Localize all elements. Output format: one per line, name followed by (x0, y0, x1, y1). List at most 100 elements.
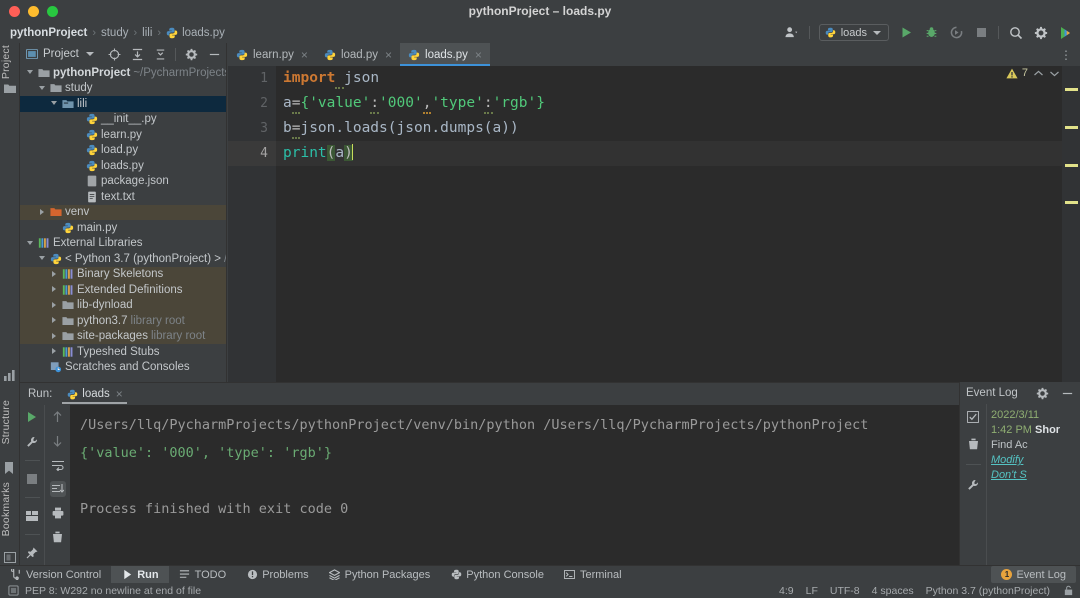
expand-all-icon[interactable] (152, 46, 168, 62)
tree-node[interactable]: pythonProject ~/PycharmProjects/p (20, 65, 226, 81)
event-log-entry[interactable]: 1:42 PM Shor (991, 423, 1080, 438)
code-line[interactable]: import json (276, 66, 1062, 91)
error-stripe-scrollbar[interactable] (1062, 66, 1080, 382)
settings-icon[interactable] (1034, 385, 1050, 401)
chevron-down-icon[interactable] (26, 239, 35, 248)
code-line[interactable]: print(a) (276, 141, 1062, 166)
console-output[interactable]: /Users/llq/PycharmProjects/pythonProject… (70, 405, 1080, 574)
warning-marker[interactable] (1065, 201, 1078, 204)
hide-panel-icon[interactable] (1059, 385, 1075, 401)
tool-window-button[interactable]: Terminal (554, 566, 632, 583)
warning-marker[interactable] (1065, 126, 1078, 129)
code-line[interactable]: b=json.loads(json.dumps(a)) (276, 116, 1062, 141)
settings-icon[interactable] (1033, 25, 1049, 41)
chevron-down-icon[interactable] (38, 254, 47, 263)
terminal-panel-icon[interactable] (4, 552, 16, 564)
chevron-right-icon[interactable] (50, 301, 59, 310)
tree-node[interactable]: External Libraries (20, 236, 226, 252)
file-encoding[interactable]: UTF-8 (830, 585, 860, 597)
tree-node[interactable]: site-packages library root (20, 329, 226, 345)
tree-node[interactable]: Scratches and Consoles (20, 360, 226, 376)
close-icon[interactable]: × (385, 48, 392, 62)
search-icon[interactable] (1008, 25, 1024, 41)
editor-tab-bar[interactable]: learn.py×load.py×loads.py× ⋮ (228, 43, 1080, 66)
print-icon[interactable] (50, 505, 66, 521)
run-button[interactable] (898, 25, 914, 41)
tree-node[interactable]: loads.py (20, 158, 226, 174)
tree-node[interactable]: < Python 3.7 (pythonProject) > /U (20, 251, 226, 267)
tool-window-button[interactable]: Version Control (0, 566, 111, 583)
delete-icon[interactable] (965, 436, 981, 452)
settings-wrench-icon[interactable] (965, 477, 981, 493)
settings-icon[interactable] (183, 46, 199, 62)
tree-node[interactable]: Binary Skeletons (20, 267, 226, 283)
tree-node[interactable]: lili (20, 96, 226, 112)
warning-marker[interactable] (1065, 88, 1078, 91)
tool-window-button[interactable]: TODO (169, 566, 237, 583)
run-tab-loads[interactable]: loads × (60, 384, 129, 404)
chevron-down-icon[interactable] (1048, 67, 1060, 79)
editor-tab[interactable]: load.py× (316, 43, 400, 66)
chevron-up-icon[interactable] (1032, 67, 1044, 79)
chevron-right-icon[interactable] (38, 208, 47, 217)
editor-tabs-more-button[interactable]: ⋮ (1060, 43, 1080, 66)
chevron-right-icon[interactable] (50, 285, 59, 294)
tree-node[interactable]: python3.7 library root (20, 313, 226, 329)
tool-window-button[interactable]: Problems (236, 566, 318, 583)
chevron-down-icon[interactable] (26, 68, 35, 77)
tree-node[interactable]: learn.py (20, 127, 226, 143)
chevron-down-icon[interactable] (38, 84, 47, 93)
tree-node[interactable]: lib-dynload (20, 298, 226, 314)
clear-all-icon[interactable] (50, 529, 66, 545)
locate-icon[interactable] (106, 46, 122, 62)
tree-node[interactable]: main.py (20, 220, 226, 236)
event-log-link-modify[interactable]: Modify (991, 453, 1080, 468)
inspection-icon[interactable] (7, 585, 19, 597)
breadcrumb-item-project[interactable]: pythonProject (10, 27, 87, 39)
scroll-down-icon[interactable] (50, 433, 66, 449)
lock-icon[interactable] (1062, 585, 1074, 597)
tree-node[interactable]: load.py (20, 143, 226, 159)
run-configuration-selector[interactable]: loads (819, 24, 889, 41)
updates-icon[interactable] (1058, 25, 1074, 41)
user-avatar-icon[interactable] (784, 25, 800, 41)
event-log-status-button[interactable]: 1 Event Log (991, 566, 1076, 583)
chevron-down-icon[interactable] (50, 99, 59, 108)
structure-icon[interactable] (4, 370, 16, 382)
rail-item-bookmarks[interactable]: Bookmarks (0, 482, 12, 536)
chevron-down-icon[interactable] (84, 48, 96, 60)
tool-window-button[interactable]: Run (111, 566, 168, 583)
soft-wrap-icon[interactable] (50, 457, 66, 473)
editor-tab[interactable]: loads.py× (400, 43, 490, 66)
close-icon[interactable]: × (301, 48, 308, 62)
line-separator[interactable]: LF (806, 585, 818, 597)
inspection-summary[interactable]: 7 (1006, 67, 1060, 79)
breadcrumb-item-study[interactable]: study (101, 27, 129, 39)
tree-node[interactable]: study (20, 81, 226, 97)
breadcrumb-item-lili[interactable]: lili (142, 27, 152, 39)
scroll-to-end-icon[interactable] (50, 481, 66, 497)
folder-icon[interactable] (4, 83, 16, 95)
collapse-all-icon[interactable] (129, 46, 145, 62)
tree-node[interactable]: Extended Definitions (20, 282, 226, 298)
code-line[interactable]: a={'value':'000','type':'rgb'} (276, 91, 1062, 116)
chevron-right-icon[interactable] (50, 316, 59, 325)
chevron-right-icon[interactable] (50, 332, 59, 341)
mark-read-icon[interactable] (965, 409, 981, 425)
run-with-coverage-button[interactable] (948, 25, 964, 41)
pin-icon[interactable] (24, 545, 40, 561)
chevron-right-icon[interactable] (50, 347, 59, 356)
tree-node[interactable]: Typeshed Stubs (20, 344, 226, 360)
bookmark-icon[interactable] (4, 462, 16, 474)
tool-window-button[interactable]: Python Console (440, 566, 554, 583)
layout-icon[interactable] (24, 508, 40, 524)
warning-marker[interactable] (1065, 164, 1078, 167)
rail-item-project[interactable]: Project (0, 45, 12, 79)
rerun-icon[interactable] (24, 409, 40, 425)
debug-button[interactable] (923, 25, 939, 41)
settings-wrench-icon[interactable] (24, 434, 40, 450)
event-log-button[interactable]: 1 Event Log (991, 566, 1076, 583)
tree-node[interactable]: venv (20, 205, 226, 221)
indent-setting[interactable]: 4 spaces (872, 585, 914, 597)
caret-position[interactable]: 4:9 (779, 585, 794, 597)
